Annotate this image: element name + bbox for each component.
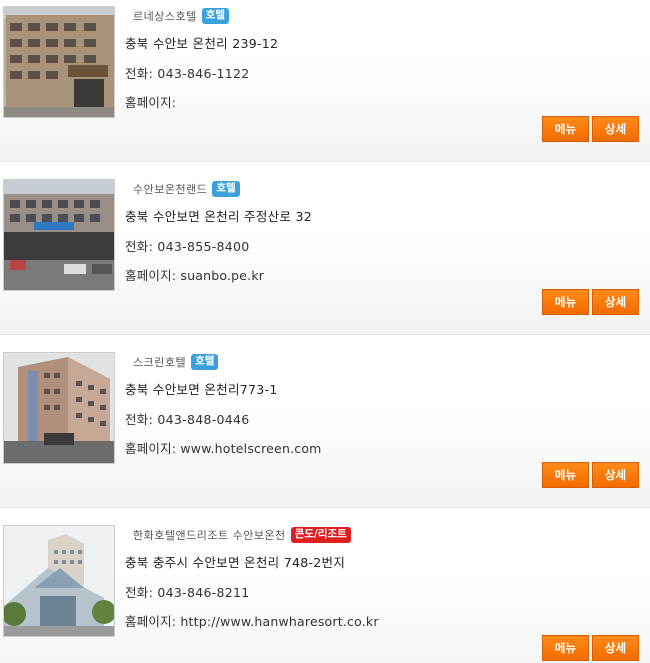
listing-phone: 전화: 043-846-8211 bbox=[125, 585, 250, 600]
menu-button[interactable]: 메뉴 bbox=[542, 289, 589, 315]
detail-button[interactable]: 상세 bbox=[592, 462, 639, 488]
detail-button[interactable]: 상세 bbox=[592, 289, 639, 315]
listing-photo[interactable] bbox=[3, 352, 115, 464]
listing-address: 충북 충주시 수안보면 온천리 748-2번지 bbox=[125, 555, 346, 570]
category-badge: 호텔 bbox=[201, 8, 230, 24]
listing-phone: 전화: 043-846-1122 bbox=[125, 66, 250, 81]
listing-address: 충북 수안보면 온천리 주정산로 32 bbox=[125, 209, 312, 224]
listing-title-row: 한화호텔앤드리조트 수안보온천 콘도/리조트 bbox=[133, 526, 351, 544]
listing-card: 르네상스호텔 호텔 충북 수안보 온천리 239-12 전화: 043-846-… bbox=[0, 0, 650, 162]
listing-name[interactable]: 수안보온천랜드 bbox=[133, 181, 207, 197]
detail-button[interactable]: 상세 bbox=[592, 116, 639, 142]
detail-button[interactable]: 상세 bbox=[592, 635, 639, 661]
listing-homepage: 홈페이지: bbox=[125, 95, 177, 110]
listing-homepage: 홈페이지: www.hotelscreen.com bbox=[125, 441, 322, 456]
listing-phone: 전화: 043-855-8400 bbox=[125, 239, 250, 254]
listing-phone: 전화: 043-848-0446 bbox=[125, 412, 250, 427]
listing-name[interactable]: 한화호텔앤드리조트 수안보온천 bbox=[133, 527, 286, 543]
listing-card: 스크린호텔 호텔 충북 수안보면 온천리773-1 전화: 043-848-04… bbox=[0, 336, 650, 508]
listing-photo[interactable] bbox=[3, 6, 115, 118]
menu-button[interactable]: 메뉴 bbox=[542, 462, 589, 488]
listing-address: 충북 수안보 온천리 239-12 bbox=[125, 36, 279, 51]
menu-button[interactable]: 메뉴 bbox=[542, 635, 589, 661]
listing-title-row: 수안보온천랜드 호텔 bbox=[133, 180, 240, 198]
category-badge: 호텔 bbox=[191, 354, 219, 370]
listing-photo[interactable] bbox=[3, 525, 115, 637]
menu-button[interactable]: 메뉴 bbox=[542, 116, 589, 142]
category-badge: 콘도/리조트 bbox=[290, 527, 351, 543]
listing-homepage: 홈페이지: http://www.hanwharesort.co.kr bbox=[125, 614, 379, 629]
listing-photo[interactable] bbox=[3, 179, 115, 291]
listing-title-row: 르네상스호텔 호텔 bbox=[133, 7, 230, 25]
listing-name[interactable]: 르네상스호텔 bbox=[133, 8, 197, 24]
listing-name[interactable]: 스크린호텔 bbox=[133, 354, 186, 370]
listing-homepage: 홈페이지: suanbo.pe.kr bbox=[125, 268, 265, 283]
listing-title-row: 스크린호텔 호텔 bbox=[133, 353, 219, 371]
listing-address: 충북 수안보면 온천리773-1 bbox=[125, 382, 278, 397]
listing-card: 한화호텔앤드리조트 수안보온천 콘도/리조트 충북 충주시 수안보면 온천리 7… bbox=[0, 509, 650, 663]
listing-card: 수안보온천랜드 호텔 충북 수안보면 온천리 주정산로 32 전화: 043-8… bbox=[0, 163, 650, 335]
category-badge: 호텔 bbox=[212, 181, 240, 197]
